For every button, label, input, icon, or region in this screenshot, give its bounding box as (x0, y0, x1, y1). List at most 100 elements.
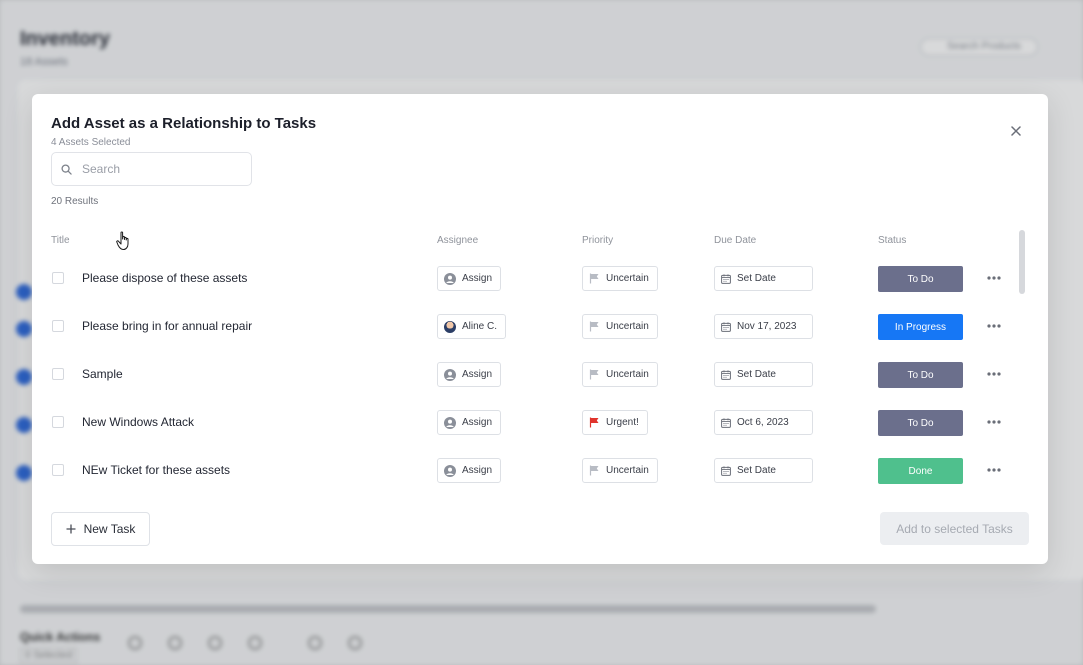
assignee-label: Aline C. (462, 321, 498, 332)
calendar-icon (721, 369, 731, 380)
status-badge[interactable]: To Do (878, 362, 963, 388)
more-options-icon (987, 324, 1001, 328)
task-title: Please bring in for annual repair (82, 319, 253, 333)
column-header-title: Title (51, 235, 70, 246)
person-icon (444, 464, 456, 477)
status-label: Done (908, 465, 933, 477)
status-label: To Do (907, 369, 934, 381)
more-options-icon (987, 276, 1001, 280)
assignee-button[interactable]: Assign (437, 362, 502, 387)
due-date-button[interactable]: Oct 6, 2023 (714, 410, 813, 435)
task-title: Please dispose of these assets (82, 271, 248, 285)
task-select-checkbox[interactable] (52, 416, 64, 428)
search-icon (61, 163, 72, 175)
due-date-button[interactable]: Set Date (714, 362, 813, 387)
more-options-button[interactable] (984, 463, 1004, 477)
priority-label: Urgent! (606, 417, 639, 428)
priority-button[interactable]: Uncertain (582, 458, 658, 483)
assets-selected-count: 4 Assets Selected (51, 137, 131, 148)
search-field[interactable] (51, 152, 252, 186)
person-icon (444, 416, 456, 429)
assignee-button[interactable]: Assign (437, 410, 502, 435)
more-options-button[interactable] (984, 319, 1004, 333)
priority-label: Uncertain (606, 273, 649, 284)
assignee-label: Assign (462, 273, 493, 284)
more-options-button[interactable] (984, 415, 1004, 429)
task-title: Sample (82, 367, 123, 381)
more-options-icon (987, 468, 1001, 472)
priority-button[interactable]: Uncertain (582, 266, 658, 291)
plus-icon (66, 524, 76, 534)
more-options-button[interactable] (984, 367, 1004, 381)
due-date-button[interactable]: Set Date (714, 458, 813, 483)
calendar-icon (721, 465, 731, 476)
priority-button[interactable]: Uncertain (582, 314, 658, 339)
due-date-label: Nov 17, 2023 (737, 321, 797, 332)
status-badge[interactable]: In Progress (878, 314, 963, 340)
avatar (444, 320, 456, 333)
task-row[interactable]: Please dispose of these assets Assign Unce… (32, 261, 1022, 295)
due-date-button[interactable]: Nov 17, 2023 (714, 314, 813, 339)
calendar-icon (721, 273, 731, 284)
priority-label: Uncertain (606, 369, 649, 380)
flag-icon (589, 465, 599, 476)
assignee-button[interactable]: Aline C. (437, 314, 507, 339)
column-header-priority: Priority (582, 235, 614, 246)
task-row[interactable]: Sample Assign Uncertain Set Date To Do (32, 357, 1022, 391)
assignee-button[interactable]: Assign (437, 266, 502, 291)
status-badge[interactable]: To Do (878, 266, 963, 292)
task-row[interactable]: New Windows Attack Assign Urgent! Oct 6, 20… (32, 405, 1022, 439)
calendar-icon (721, 417, 731, 428)
calendar-icon (721, 321, 731, 332)
more-options-icon (987, 420, 1001, 424)
new-task-label: New Task (83, 522, 136, 536)
modal-title: Add Asset as a Relationship to Tasks (51, 115, 317, 132)
flag-icon (589, 273, 599, 284)
priority-button[interactable]: Uncertain (582, 362, 658, 387)
flag-icon (589, 417, 599, 428)
add-to-selected-tasks-button[interactable]: Add to selected Tasks (880, 512, 1029, 545)
column-header-status: Status (878, 235, 907, 246)
task-row[interactable]: NEw Ticket for these assets Assign Uncerta… (32, 453, 1022, 487)
status-label: To Do (907, 417, 934, 429)
task-title: New Windows Attack (82, 415, 195, 429)
search-input[interactable] (80, 161, 240, 177)
task-select-checkbox[interactable] (52, 320, 64, 332)
column-header-due-date: Due Date (714, 235, 757, 246)
close-button[interactable] (1007, 122, 1025, 140)
more-options-icon (987, 372, 1001, 376)
person-icon (444, 368, 456, 381)
priority-label: Uncertain (606, 465, 649, 476)
task-row[interactable]: Please bring in for annual repair Aline C… (32, 309, 1022, 343)
close-icon (1011, 126, 1021, 136)
task-select-checkbox[interactable] (52, 464, 64, 476)
column-header-assignee: Assignee (437, 235, 479, 246)
status-label: In Progress (894, 321, 947, 333)
new-task-button[interactable]: New Task (51, 512, 150, 546)
priority-label: Uncertain (606, 321, 649, 332)
person-icon (444, 272, 456, 285)
due-date-label: Set Date (737, 369, 776, 380)
due-date-label: Oct 6, 2023 (737, 417, 789, 428)
add-asset-relationship-modal: Add Asset as a Relationship to Tasks 4 A… (32, 94, 1048, 564)
results-count: 20 Results (51, 196, 99, 207)
task-select-checkbox[interactable] (52, 368, 64, 380)
flag-icon (589, 369, 599, 380)
more-options-button[interactable] (984, 271, 1004, 285)
assignee-label: Assign (462, 465, 493, 476)
assignee-button[interactable]: Assign (437, 458, 502, 483)
hand-cursor-icon (116, 231, 129, 250)
task-title: NEw Ticket for these assets (82, 463, 231, 477)
due-date-label: Set Date (737, 273, 776, 284)
due-date-button[interactable]: Set Date (714, 266, 813, 291)
priority-button[interactable]: Urgent! (582, 410, 648, 435)
assignee-label: Assign (462, 369, 493, 380)
status-badge[interactable]: Done (878, 458, 963, 484)
status-badge[interactable]: To Do (878, 410, 963, 436)
task-list-scrollbar[interactable] (1019, 230, 1025, 294)
flag-icon (589, 321, 599, 332)
task-select-checkbox[interactable] (52, 272, 64, 284)
due-date-label: Set Date (737, 465, 776, 476)
status-label: To Do (907, 273, 934, 285)
assignee-label: Assign (462, 417, 493, 428)
